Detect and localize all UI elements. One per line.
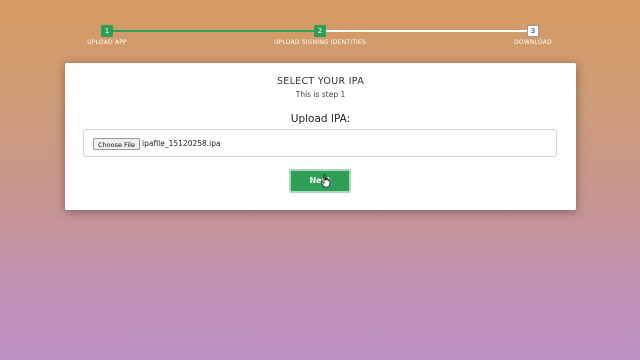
card-subtitle: This is step 1: [295, 90, 346, 99]
hand-pointer-icon: [320, 174, 331, 188]
selected-file-name: ipafile_15120258.ipa: [142, 139, 221, 148]
choose-file-button[interactable]: Choose File: [93, 138, 140, 150]
step-1-indicator[interactable]: 1: [101, 25, 113, 37]
step-1-label: UPLOAD APP: [87, 39, 127, 46]
stepper-line-complete: [107, 30, 320, 32]
step-3-label: DOWNLOAD: [514, 39, 552, 46]
card-title: SELECT YOUR IPA: [276, 76, 365, 87]
stepper-line-pending: [320, 30, 533, 32]
progress-stepper: 1 2 3 UPLOAD APP UPLOAD SIGNING IDENTITI…: [0, 0, 640, 60]
step-3-indicator[interactable]: 3: [527, 25, 539, 37]
step-2-indicator[interactable]: 2: [314, 25, 326, 37]
upload-ipa-label: Upload IPA:: [290, 113, 351, 125]
file-input[interactable]: Choose File ipafile_15120258.ipa: [83, 129, 557, 157]
step-2-label: UPLOAD SIGNING IDENTITIES: [273, 39, 367, 46]
